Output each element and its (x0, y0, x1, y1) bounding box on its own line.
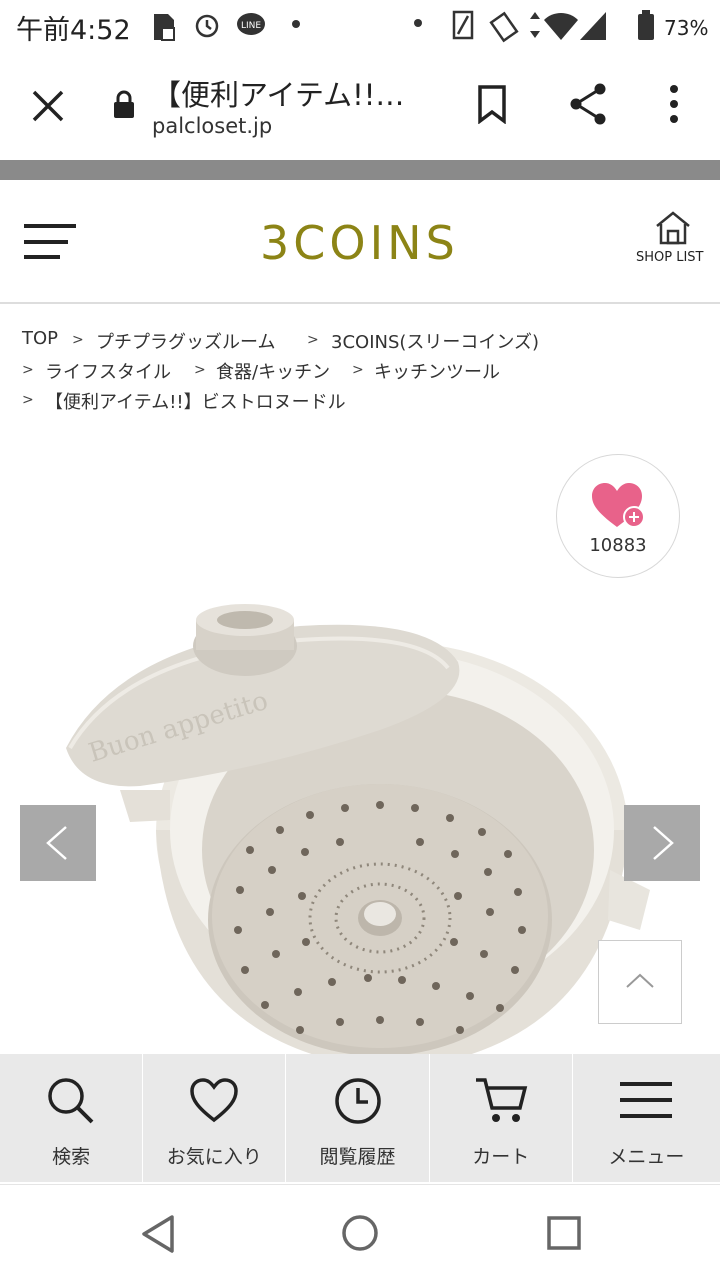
scroll-top-button[interactable] (598, 940, 682, 1024)
gallery-prev-button[interactable] (20, 805, 96, 881)
breadcrumb-separator: > (22, 362, 34, 378)
dot-icon (292, 20, 300, 28)
breadcrumb-separator: > (194, 362, 206, 378)
home-icon[interactable] (340, 1213, 380, 1253)
breadcrumb-item[interactable]: キッチンツール (374, 358, 500, 384)
vibrate-icon (489, 11, 519, 43)
nav-label: お気に入り (166, 1146, 262, 1168)
nav-label: 検索 (52, 1146, 91, 1168)
nav-label: 閲覧履歴 (319, 1146, 396, 1168)
shop-list-label[interactable]: SHOP LIST (636, 250, 704, 265)
lock-icon (114, 90, 134, 118)
dot-icon (414, 19, 422, 27)
line-icon: LINE (237, 13, 265, 35)
favorite-count: 10883 (589, 535, 647, 556)
gallery-next-button[interactable] (624, 805, 700, 881)
wifi-icon (544, 12, 578, 40)
recents-icon[interactable] (546, 1215, 582, 1251)
nav-cart[interactable]: カート (430, 1054, 573, 1182)
breadcrumb-separator: > (22, 392, 34, 408)
breadcrumb-separator: > (307, 332, 319, 348)
sd-card-icon (154, 14, 175, 41)
svg-text:LINE: LINE (241, 21, 261, 31)
battery-percentage: 73% (664, 16, 709, 40)
breadcrumb-item[interactable]: 3COINS(スリーコインズ) (331, 328, 539, 354)
nav-label: カート (472, 1146, 530, 1168)
breadcrumb-item[interactable]: 食器/キッチン (216, 358, 330, 384)
close-icon[interactable] (30, 88, 66, 124)
heart-icon (190, 1078, 239, 1123)
browser-toolbar: 【便利アイテム!!… palcloset.jp (0, 52, 720, 160)
favorite-count-button[interactable]: 10883 (556, 454, 680, 578)
breadcrumb-current: 【便利アイテム!!】ビストロヌードル (45, 392, 346, 413)
chevron-right-icon (653, 826, 674, 860)
nfc-icon (452, 10, 474, 40)
bookmark-icon[interactable] (476, 84, 508, 124)
nav-history[interactable]: 閲覧履歴 (286, 1054, 430, 1182)
alarm-icon (195, 14, 219, 38)
heart-plus-icon (592, 483, 645, 528)
nav-menu[interactable]: メニュー (573, 1054, 720, 1182)
breadcrumb-item[interactable]: TOP (22, 328, 58, 349)
status-bar: 午前4:52 LINE 73% (0, 0, 720, 52)
search-icon (48, 1078, 94, 1124)
system-navigation (0, 1184, 720, 1281)
data-arrows-icon (530, 12, 540, 38)
site-header: 3COINS SHOP LIST (0, 180, 720, 304)
chevron-up-icon (626, 973, 654, 988)
more-vertical-icon[interactable] (664, 84, 684, 124)
nav-label: メニュー (608, 1146, 685, 1168)
breadcrumb-item[interactable]: プチプラグッズルーム (96, 328, 275, 354)
site-logo[interactable]: 3COINS (260, 216, 459, 270)
clock-icon (334, 1078, 381, 1124)
bottom-navigation: 検索 お気に入り 閲覧履歴 カート メニュー (0, 1054, 720, 1182)
divider (0, 160, 720, 180)
chevron-left-icon (46, 826, 67, 860)
shop-list-icon[interactable] (654, 210, 692, 246)
page-title[interactable]: 【便利アイテム!!… (152, 72, 432, 114)
hamburger-icon[interactable] (24, 222, 76, 262)
signal-icon (580, 12, 606, 40)
status-right-icons (414, 10, 654, 43)
nav-favorites[interactable]: お気に入り (143, 1054, 287, 1182)
battery-icon (638, 10, 654, 40)
back-icon[interactable] (138, 1213, 178, 1255)
breadcrumb-separator: > (72, 332, 84, 348)
cart-icon (475, 1078, 527, 1122)
status-time: 午前4:52 (16, 15, 131, 46)
share-icon[interactable] (568, 82, 608, 126)
nav-search[interactable]: 検索 (0, 1054, 144, 1182)
page-url[interactable]: palcloset.jp (152, 114, 272, 138)
breadcrumb-separator: > (352, 362, 364, 378)
menu-icon (620, 1082, 673, 1118)
breadcrumb-item[interactable]: ライフスタイル (45, 358, 171, 384)
